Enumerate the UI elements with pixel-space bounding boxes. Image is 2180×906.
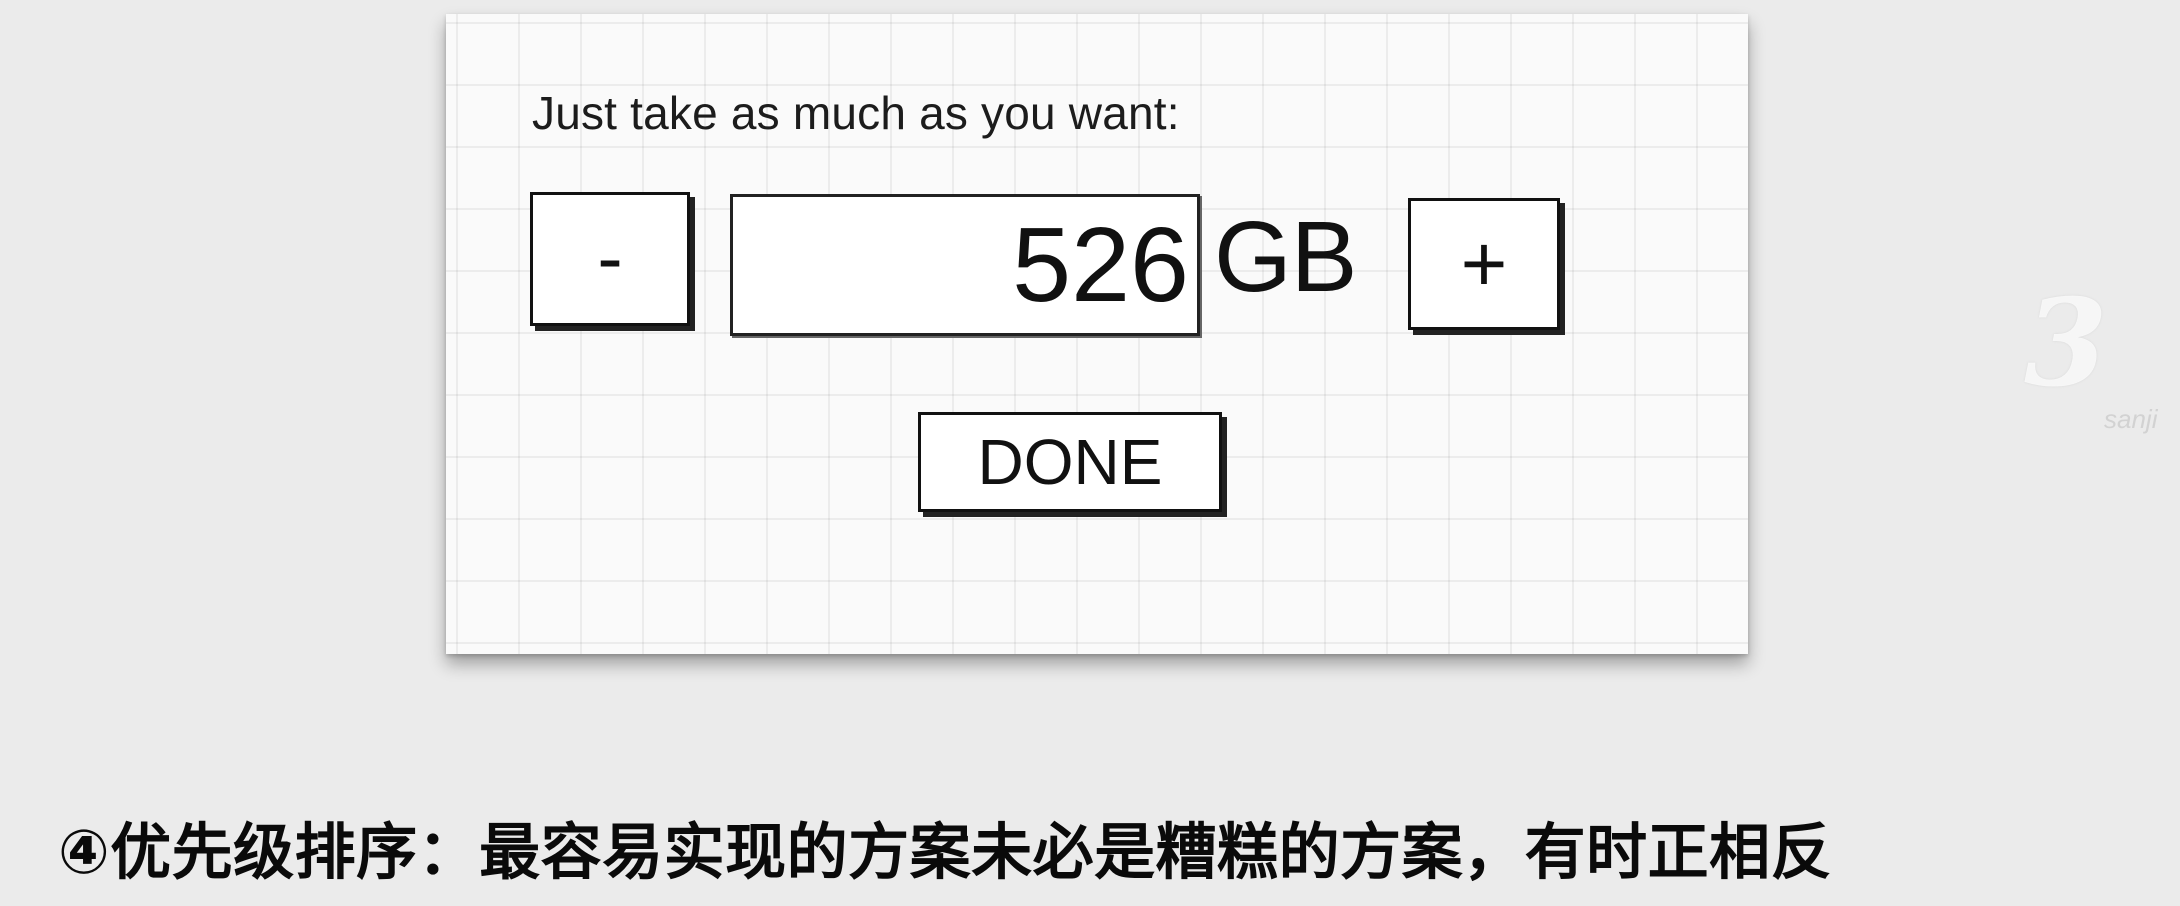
done-button[interactable]: DONE xyxy=(918,412,1222,512)
unit-label: GB xyxy=(1214,201,1357,313)
increment-button[interactable]: + xyxy=(1408,198,1560,330)
storage-dialog: Just take as much as you want: - GB + DO… xyxy=(446,14,1748,654)
watermark-logo: 3 sanji xyxy=(2024,284,2174,444)
decrement-button[interactable]: - xyxy=(530,192,690,326)
subtitle-caption: ④优先级排序：最容易实现的方案未必是糟糕的方案，有时正相反 xyxy=(58,817,1833,888)
watermark-text: sanji xyxy=(2104,404,2158,434)
prompt-text: Just take as much as you want: xyxy=(532,87,1180,139)
amount-input[interactable] xyxy=(730,194,1200,336)
watermark-mark: 3 xyxy=(2024,273,2108,414)
